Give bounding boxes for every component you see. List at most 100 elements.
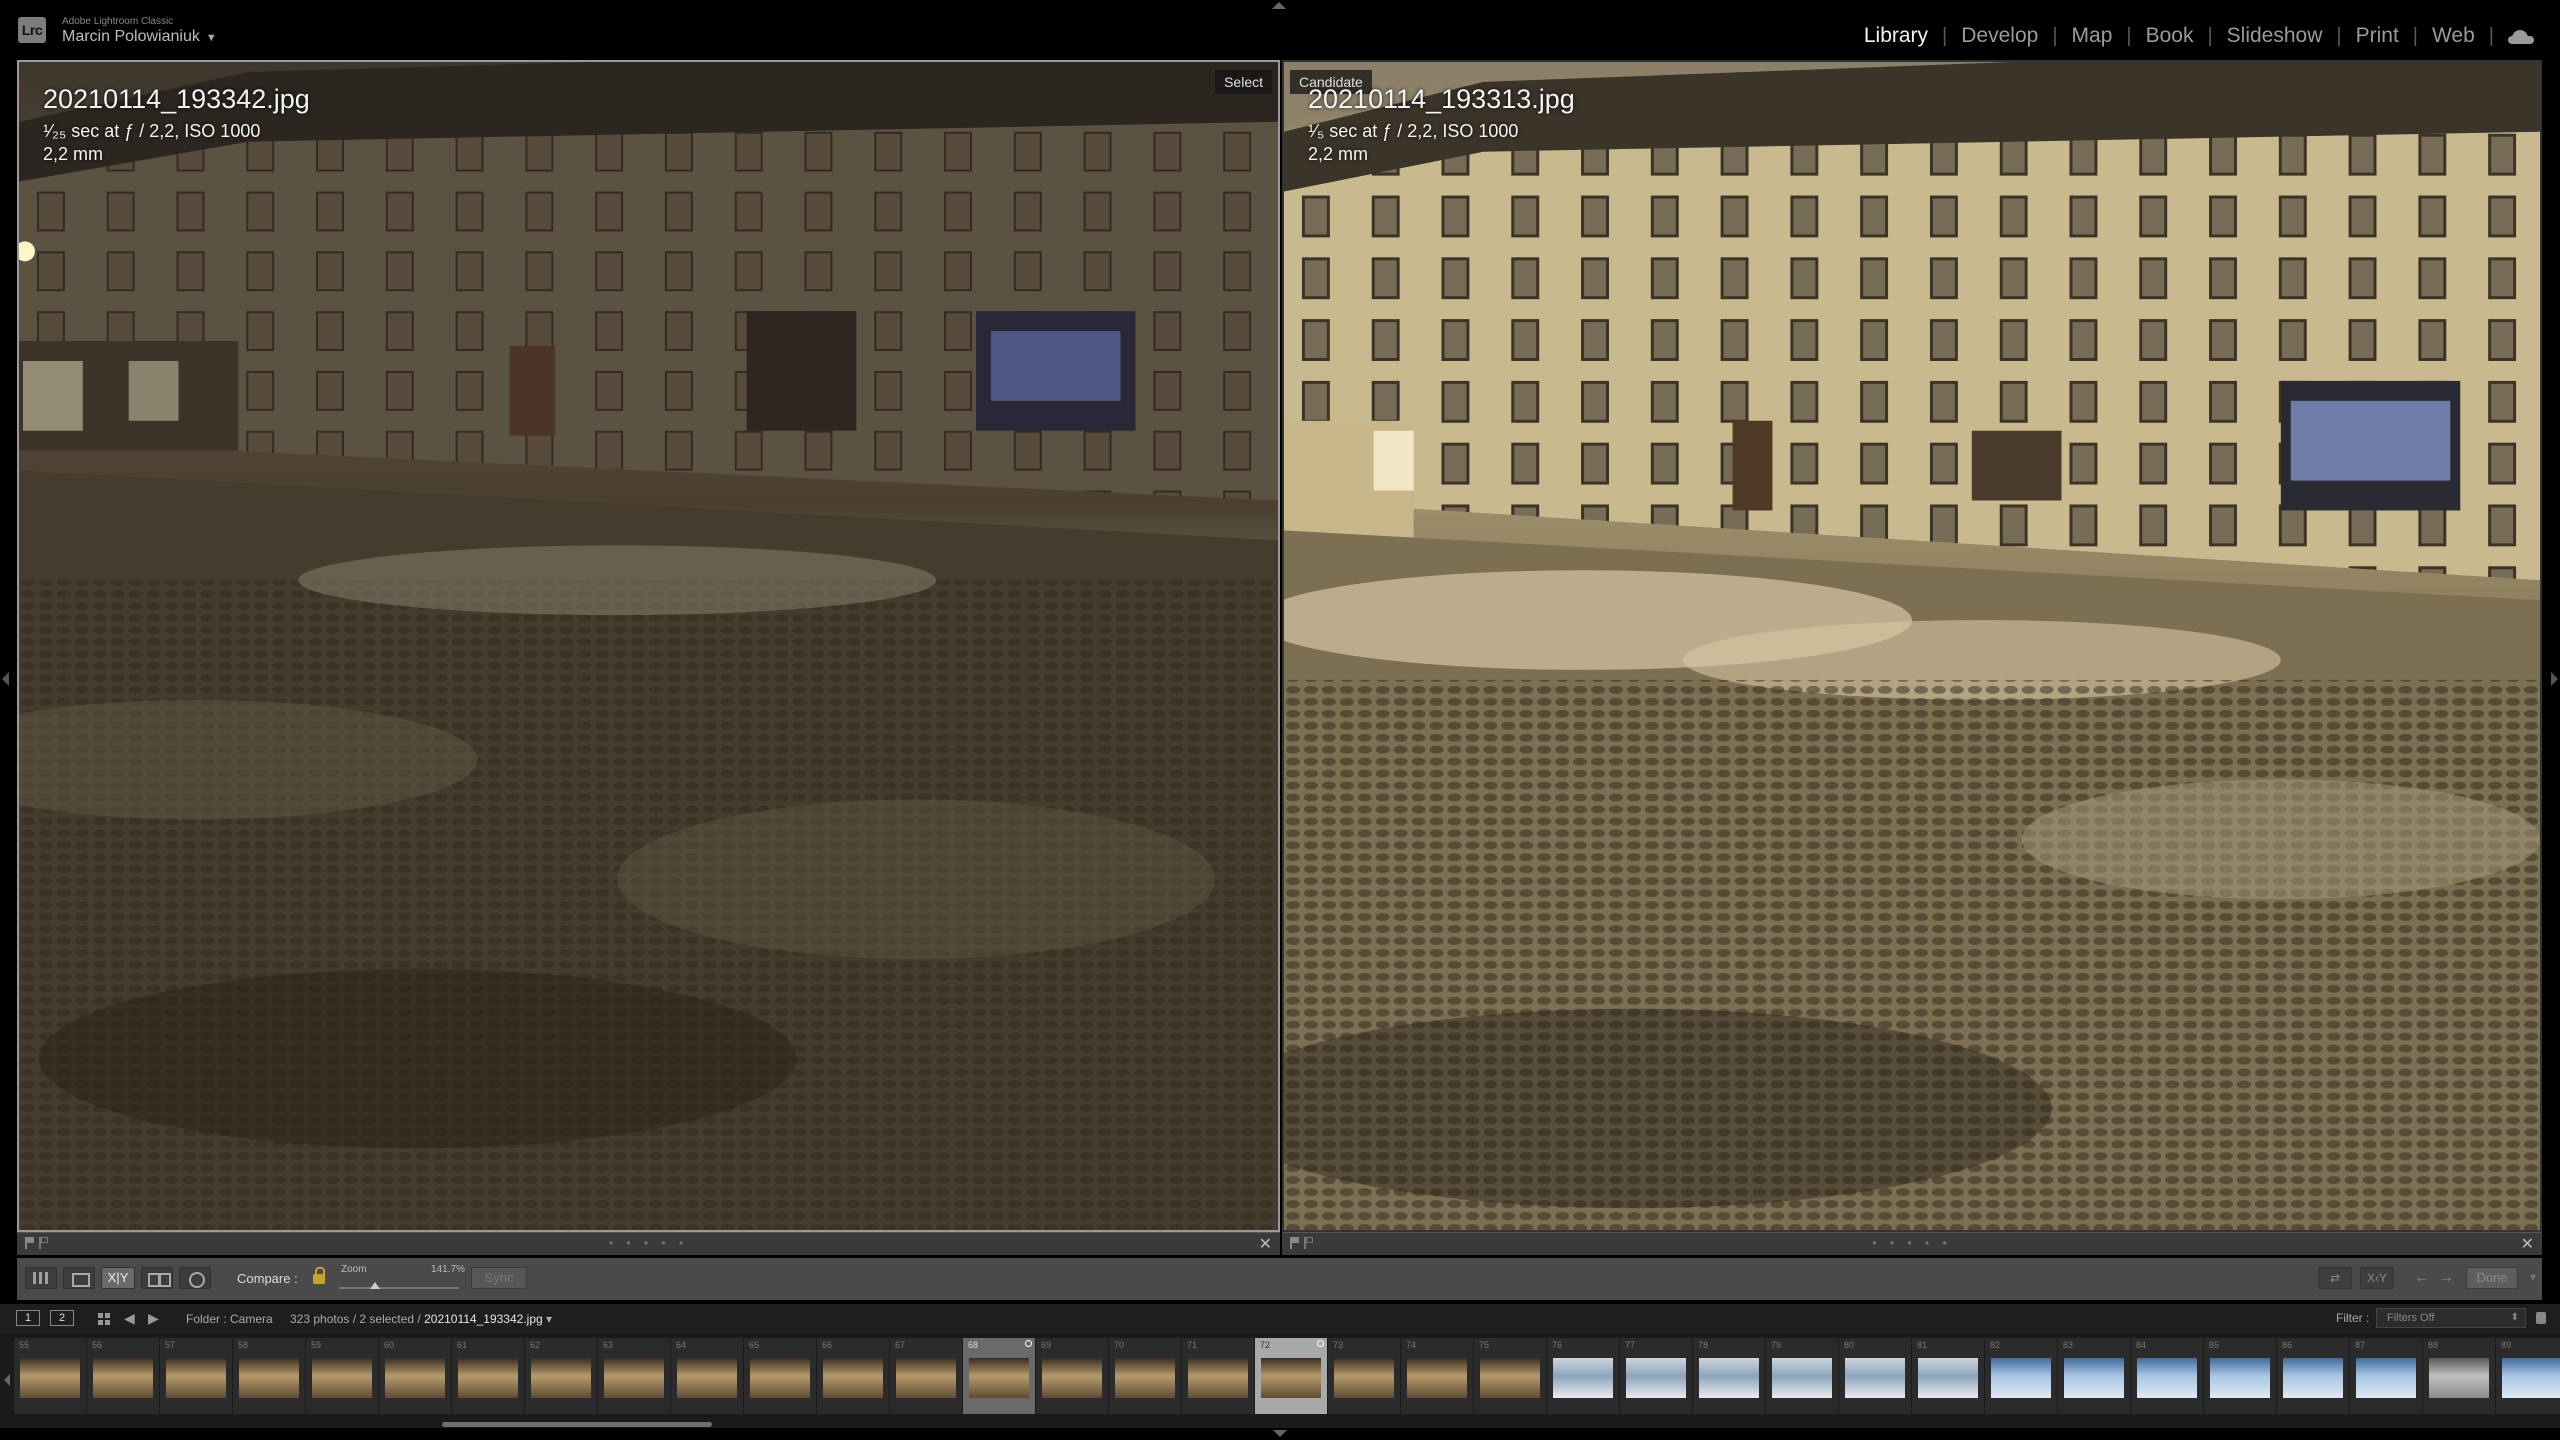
survey-view-button[interactable] — [141, 1267, 173, 1289]
filmstrip-thumbnail[interactable]: 61 — [452, 1338, 524, 1414]
filmstrip-thumbnail[interactable]: 78 — [1693, 1338, 1765, 1414]
forward-arrow-icon[interactable]: ▶ — [148, 1310, 159, 1327]
filter-select[interactable]: Filters Off — [2376, 1308, 2526, 1328]
module-library[interactable]: Library — [1850, 24, 1942, 48]
candidate-photo[interactable] — [1284, 62, 2540, 1230]
filmstrip-thumbnail[interactable]: 65 — [744, 1338, 816, 1414]
candidate-pane[interactable]: Candidate 20210114_193313.jpg ¹⁄₅ sec at… — [1282, 60, 2542, 1232]
thumbnail-index: 65 — [749, 1340, 760, 1350]
filmstrip-thumbnail[interactable]: 64 — [671, 1338, 743, 1414]
thumbnail-index: 70 — [1114, 1340, 1125, 1350]
app-name: Adobe Lightroom Classic — [62, 16, 174, 27]
top-panel-toggle-icon[interactable] — [1272, 2, 1286, 9]
filmstrip-thumbnail[interactable]: 88 — [2423, 1338, 2495, 1414]
thumbnail-index: 74 — [1406, 1340, 1417, 1350]
filmstrip-scrollbar[interactable] — [0, 1420, 2560, 1428]
filmstrip-source[interactable]: Folder : Camera — [186, 1312, 273, 1326]
scrollbar-thumb[interactable] — [442, 1422, 712, 1427]
candidate-info-overlay: 20210114_193313.jpg ¹⁄₅ sec at ƒ / 2,2, … — [1308, 84, 1575, 165]
main-window-button[interactable]: 1 — [16, 1310, 40, 1326]
filmstrip-thumbnail[interactable]: 86 — [2277, 1338, 2349, 1414]
filmstrip-thumbnail[interactable]: 57 — [160, 1338, 232, 1414]
filmstrip-thumbnail[interactable]: 71 — [1182, 1338, 1254, 1414]
bottom-panel-toggle-icon[interactable] — [1273, 1430, 1287, 1437]
done-button[interactable]: Done — [2466, 1267, 2518, 1289]
cloud-icon[interactable] — [2508, 28, 2534, 44]
filmstrip-thumbnail[interactable]: 83 — [2058, 1338, 2130, 1414]
thumbnail-index: 58 — [238, 1340, 249, 1350]
make-select-button[interactable]: X‹Y — [2360, 1267, 2394, 1289]
select-photo[interactable] — [19, 62, 1278, 1230]
module-book[interactable]: Book — [2132, 24, 2208, 48]
secondary-window-button[interactable]: 2 — [50, 1310, 74, 1326]
back-arrow-icon[interactable]: ◀ — [124, 1310, 135, 1327]
next-arrow-icon[interactable]: → — [2438, 1269, 2454, 1287]
swap-button[interactable]: ⇄ — [2318, 1267, 2352, 1289]
filmstrip-thumbnail[interactable]: 76 — [1547, 1338, 1619, 1414]
select-pane[interactable]: Select 20210114_193342.jpg ¹⁄₂₅ sec at ƒ… — [17, 60, 1280, 1232]
filmstrip-thumbnail[interactable]: 81 — [1912, 1338, 1984, 1414]
filter-lock-icon[interactable] — [2536, 1312, 2546, 1324]
lock-icon[interactable] — [313, 1267, 325, 1284]
filmstrip-thumbnail[interactable]: 69 — [1036, 1338, 1108, 1414]
filmstrip-thumbnail[interactable]: 72 — [1255, 1338, 1327, 1414]
module-web[interactable]: Web — [2418, 24, 2489, 48]
right-panel-toggle-icon[interactable] — [2551, 672, 2558, 686]
people-view-button[interactable] — [179, 1267, 211, 1289]
filmstrip-thumbnail[interactable]: 68 — [963, 1338, 1035, 1414]
filmstrip-thumbnail[interactable]: 77 — [1620, 1338, 1692, 1414]
compare-view-button[interactable]: X|Y — [101, 1267, 135, 1289]
zoom-slider-thumb[interactable] — [370, 1282, 380, 1289]
filmstrip-thumbnail[interactable]: 63 — [598, 1338, 670, 1414]
filmstrip-toggle-icon[interactable] — [4, 1374, 10, 1386]
filmstrip-thumbnail[interactable]: 74 — [1401, 1338, 1473, 1414]
thumbnail-image — [239, 1358, 299, 1398]
filmstrip-thumbnail[interactable]: 60 — [379, 1338, 451, 1414]
toolbar-menu-icon[interactable]: ▾ — [2530, 1270, 2536, 1284]
filmstrip-thumbnail[interactable]: 62 — [525, 1338, 597, 1414]
module-develop[interactable]: Develop — [1947, 24, 2052, 48]
thumbnail-index: 73 — [1333, 1340, 1344, 1350]
module-print[interactable]: Print — [2342, 24, 2413, 48]
flag-reject-icon[interactable] — [1304, 1237, 1316, 1249]
filmstrip-thumbnail[interactable]: 73 — [1328, 1338, 1400, 1414]
filmstrip-thumbnail[interactable]: 75 — [1474, 1338, 1546, 1414]
zoom-slider[interactable] — [339, 1282, 459, 1289]
close-icon[interactable]: ✕ — [1259, 1234, 1272, 1254]
filmstrip-thumbnail[interactable]: 70 — [1109, 1338, 1181, 1414]
filmstrip-thumbnail[interactable]: 67 — [890, 1338, 962, 1414]
filmstrip-thumbnail[interactable]: 59 — [306, 1338, 378, 1414]
module-slideshow[interactable]: Slideshow — [2213, 24, 2337, 48]
filmstrip-thumbnail[interactable]: 85 — [2204, 1338, 2276, 1414]
previous-arrow-icon[interactable]: ← — [2414, 1269, 2430, 1287]
thumbnail-image — [1772, 1358, 1832, 1398]
filmstrip-thumbnail[interactable]: 56 — [87, 1338, 159, 1414]
grid-view-button[interactable] — [25, 1267, 57, 1289]
flag-reject-icon[interactable] — [39, 1237, 51, 1249]
divider: | — [2488, 24, 2494, 47]
filmstrip-thumbnail[interactable]: 79 — [1766, 1338, 1838, 1414]
identity-plate[interactable]: Marcin Polowianiuk ▼ — [62, 28, 217, 46]
filmstrip-thumbnail[interactable]: 84 — [2131, 1338, 2203, 1414]
left-panel-toggle-icon[interactable] — [2, 672, 9, 686]
filmstrip-thumbnail[interactable]: 80 — [1839, 1338, 1911, 1414]
module-picker: Library | Develop | Map | Book | Slideshow | … — [1850, 24, 2534, 48]
loupe-view-button[interactable] — [63, 1267, 95, 1289]
sync-button[interactable]: Sync — [471, 1267, 527, 1289]
filmstrip-thumbnail[interactable]: 55 — [14, 1338, 86, 1414]
grid-icon[interactable] — [98, 1313, 110, 1325]
filmstrip-thumbnail[interactable]: 66 — [817, 1338, 889, 1414]
filmstrip-thumbnail[interactable]: 87 — [2350, 1338, 2422, 1414]
filmstrip-thumbnail[interactable]: 82 — [1985, 1338, 2057, 1414]
rating-stars[interactable]: • • • • • — [609, 1236, 688, 1250]
close-icon[interactable]: ✕ — [2521, 1234, 2534, 1254]
filmstrip-thumbnail[interactable]: 89 — [2496, 1338, 2560, 1414]
rating-stars[interactable]: • • • • • — [1872, 1236, 1951, 1250]
user-name: Marcin Polowianiuk — [62, 28, 200, 45]
flag-pick-icon[interactable] — [1290, 1237, 1302, 1249]
filmstrip-thumbnail[interactable]: 58 — [233, 1338, 305, 1414]
current-filename[interactable]: 20210114_193342.jpg — [424, 1312, 543, 1326]
chevron-down-icon[interactable]: ▼ — [206, 32, 217, 44]
flag-pick-icon[interactable] — [25, 1237, 37, 1249]
module-map[interactable]: Map — [2058, 24, 2127, 48]
